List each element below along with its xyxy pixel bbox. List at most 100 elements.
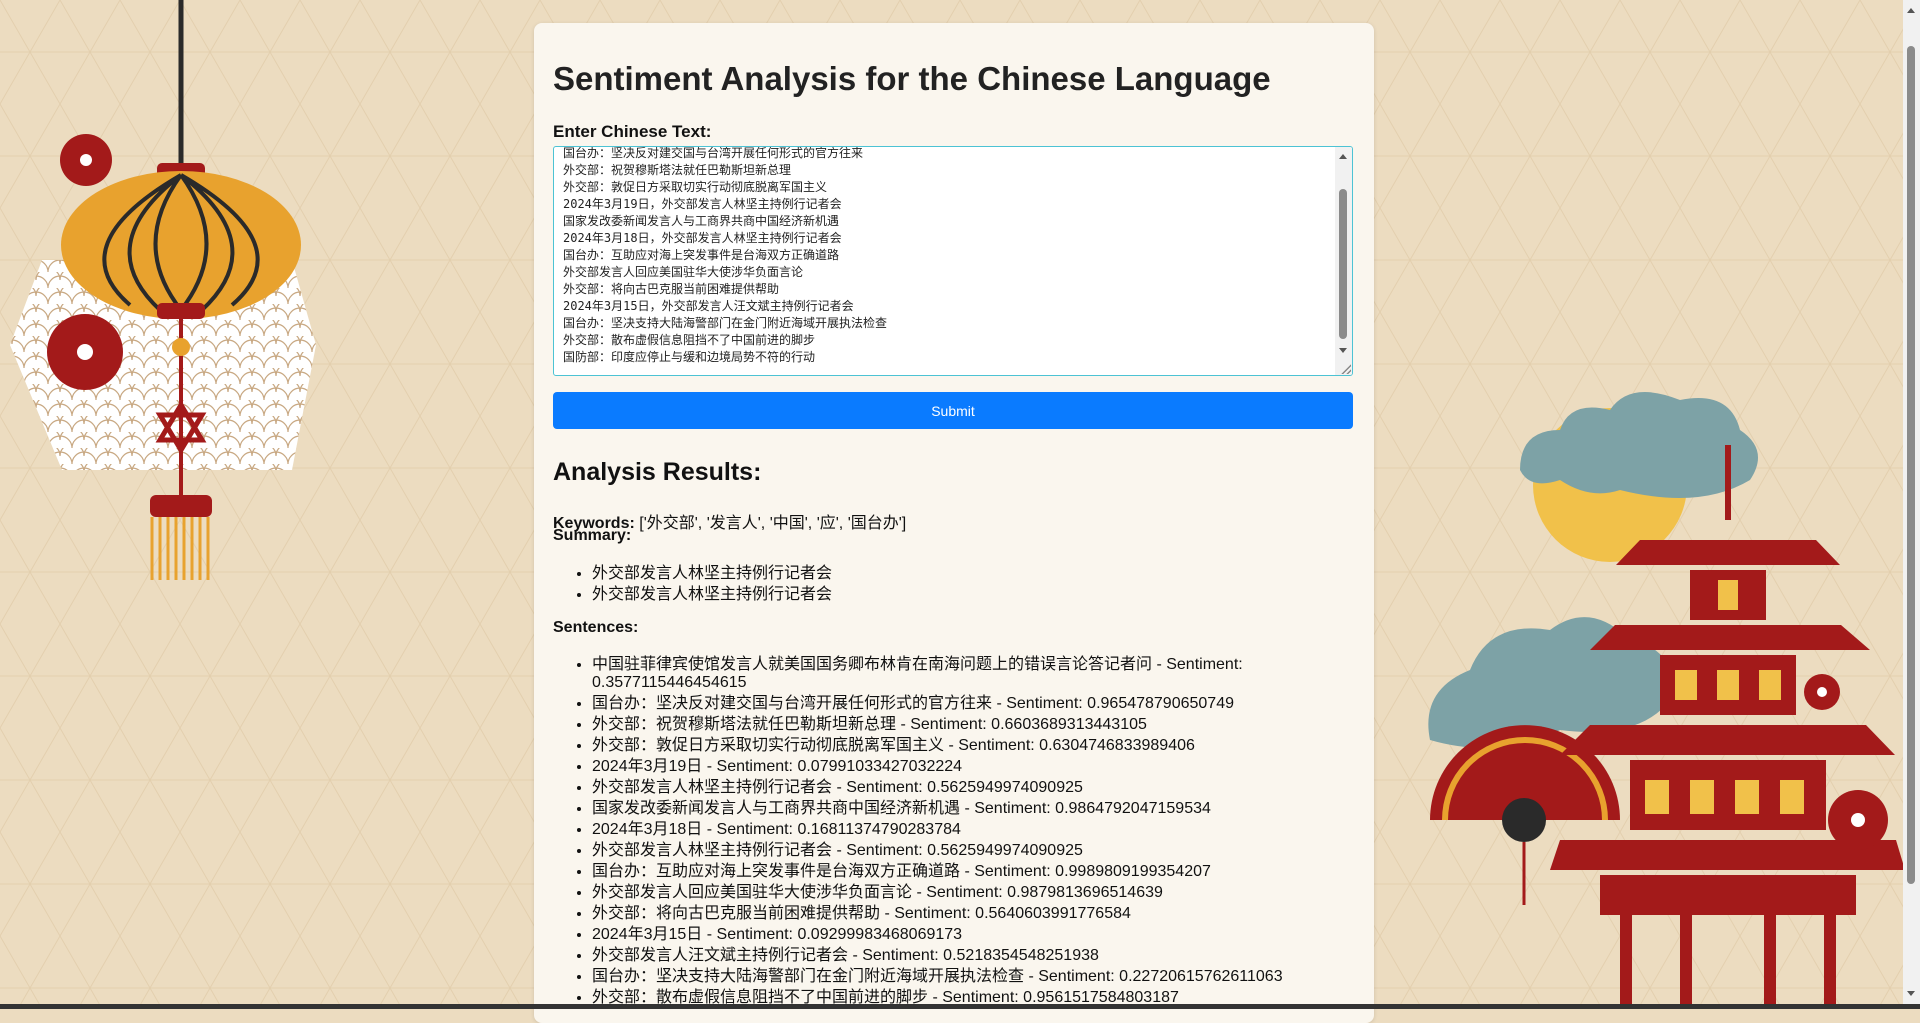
separator	[832, 842, 846, 859]
sentence-item: 外交部发言人汪文斌主持例行记者会 Sentiment: 0.52183545482…	[592, 947, 1322, 965]
separator	[992, 695, 1006, 712]
page-scrollbar[interactable]	[1903, 0, 1920, 1004]
sentence-item: 外交部发言人林坚主持例行记者会 Sentiment: 0.562594997409…	[592, 842, 1322, 860]
textarea-line: 外交部：祝贺穆斯塔法就任巴勒斯坦新总理	[563, 163, 792, 177]
sentence-item: 外交部：将向古巴克服当前困难提供帮助 Sentiment: 0.564060399…	[592, 905, 1322, 923]
sentence-item: 国台办：坚决支持大陆海警部门在金门附近海域开展执法检查 Sentiment: 0.…	[592, 968, 1322, 986]
summary-item: 外交部发言人林坚主持例行记者会	[592, 563, 832, 584]
textarea-line: 2024年3月15日，外交部发言人汪文斌主持例行记者会	[563, 299, 854, 313]
textarea-line: 2024年3月18日，外交部发言人林坚主持例行记者会	[563, 231, 842, 245]
sentiment-score: 0.6304746833989406	[1039, 737, 1195, 754]
bottom-edge	[0, 1004, 1920, 1009]
scroll-down-arrow-icon[interactable]	[1339, 348, 1347, 353]
textarea-line: 国台办：互助应对海上突发事件是台海双方正确道路	[563, 248, 840, 262]
textarea-scrollbar[interactable]	[1335, 147, 1352, 375]
sentence-text: 中国驻菲律宾使馆发言人就美国国务卿布林肯在南海问题上的错误言论答记者问	[592, 656, 1153, 673]
sentence-item: 国台办：坚决反对建交国与台湾开展任何形式的官方往来 Sentiment: 0.96…	[592, 695, 1322, 713]
sentence-text: 外交部发言人汪文斌主持例行记者会	[592, 947, 849, 964]
sentiment-word: Sentiment:	[716, 758, 793, 775]
sentiment-word: Sentiment:	[910, 716, 987, 733]
sentence-item: 外交部发言人林坚主持例行记者会 Sentiment: 0.562594997409…	[592, 779, 1322, 797]
sentiment-score: 0.5218354548251938	[943, 947, 1099, 964]
input-label: Enter Chinese Text:	[553, 122, 712, 141]
sentence-item: 国台办：互助应对海上突发事件是台海双方正确道路 Sentiment: 0.9989…	[592, 863, 1322, 881]
summary-label: Summary:	[553, 527, 632, 544]
sentence-text: 2024年3月19日	[592, 758, 703, 775]
sentence-text: 2024年3月18日	[592, 821, 703, 838]
textarea-line: 2024年3月19日，外交部发言人林坚主持例行记者会	[563, 197, 842, 211]
separator	[702, 926, 716, 943]
textarea-line: 国家发改委新闻发言人与工商界共商中国经济新机遇	[563, 214, 840, 228]
sentiment-word: Sentiment:	[716, 926, 793, 943]
sentence-item: 2024年3月15日 Sentiment: 0.09299983468069173	[592, 926, 1322, 944]
page-title: Sentiment Analysis for the Chinese Langu…	[553, 60, 1271, 97]
resize-handle-icon[interactable]	[1341, 364, 1351, 374]
sentences-list: 中国驻菲律宾使馆发言人就美国国务卿布林肯在南海问题上的错误言论答记者问 Senti…	[553, 656, 1322, 1010]
separator	[1152, 656, 1166, 673]
sentence-text: 外交部：敦促日方采取切实行动彻底脱离军国主义	[592, 737, 945, 754]
separator	[944, 737, 958, 754]
sentiment-score: 0.5640603991776584	[975, 905, 1131, 922]
sentiment-score: 0.9864792047159534	[1055, 800, 1211, 817]
textarea-line: 国台办：坚决反对建交国与台湾开展任何形式的官方往来	[563, 146, 864, 160]
separator	[912, 884, 926, 901]
textarea-line: 国台办：坚决支持大陆海警部门在金门附近海域开展执法检查	[563, 316, 888, 330]
page-scroll-down-icon[interactable]	[1907, 991, 1915, 996]
sentence-item: 外交部发言人回应美国驻华大使涉华负面言论 Sentiment: 0.9879813…	[592, 884, 1322, 902]
sentence-item: 中国驻菲律宾使馆发言人就美国国务卿布林肯在南海问题上的错误言论答记者问 Senti…	[592, 656, 1322, 692]
sentiment-score: 0.09299983468069173	[797, 926, 963, 943]
sentence-text: 外交部发言人林坚主持例行记者会	[592, 779, 833, 796]
sentiment-word: Sentiment:	[974, 800, 1051, 817]
textarea-content[interactable]: 国台办：坚决反对建交国与台湾开展任何形式的官方往来 外交部：祝贺穆斯塔法就任巴勒斯…	[563, 146, 888, 366]
separator	[960, 863, 974, 880]
textarea-scroll-thumb[interactable]	[1339, 189, 1347, 339]
textarea-line: 外交部：散布虚假信息阻挡不了中国前进的脚步	[563, 333, 816, 347]
sentiment-score: 0.5625949974090925	[927, 842, 1083, 859]
separator	[896, 716, 910, 733]
sentence-text: 2024年3月15日	[592, 926, 703, 943]
sentiment-word: Sentiment:	[958, 737, 1035, 754]
sentiment-score: 0.9879813696514639	[1007, 884, 1163, 901]
textarea-line: 外交部发言人回应美国驻华大使涉华负面言论	[563, 265, 804, 279]
textarea-line: 国防部：印度应停止与缓和边境局势不符的行动	[563, 350, 816, 364]
sentiment-score: 0.22720615762611063	[1119, 968, 1283, 985]
separator	[702, 821, 716, 838]
results-title: Analysis Results:	[553, 458, 762, 486]
sentiment-word: Sentiment:	[1166, 656, 1243, 673]
sentence-item: 2024年3月19日 Sentiment: 0.07991033427032224	[592, 758, 1322, 776]
sentence-text: 外交部发言人林坚主持例行记者会	[592, 842, 833, 859]
sentiment-word: Sentiment:	[846, 779, 923, 796]
sentence-text: 国台办：坚决反对建交国与台湾开展任何形式的官方往来	[592, 695, 993, 712]
sentiment-word: Sentiment:	[1006, 695, 1083, 712]
sentence-text: 国台办：互助应对海上突发事件是台海双方正确道路	[592, 863, 961, 880]
sentence-text: 外交部：将向古巴克服当前困难提供帮助	[592, 905, 881, 922]
sentence-item: 外交部：敦促日方采取切实行动彻底脱离军国主义 Sentiment: 0.63047…	[592, 737, 1322, 755]
sentence-text: 外交部：祝贺穆斯塔法就任巴勒斯坦新总理	[592, 716, 897, 733]
sentiment-score: 0.965478790650749	[1087, 695, 1234, 712]
separator	[702, 758, 716, 775]
sentiment-score: 0.16811374790283784	[797, 821, 961, 838]
sentences-label: Sentences:	[553, 619, 639, 636]
separator	[832, 779, 846, 796]
page-scroll-up-icon[interactable]	[1907, 8, 1915, 13]
scroll-up-arrow-icon[interactable]	[1339, 154, 1347, 159]
sentiment-word: Sentiment:	[862, 947, 939, 964]
sentiment-word: Sentiment:	[716, 821, 793, 838]
separator	[960, 800, 974, 817]
chinese-text-input[interactable]: 国台办：坚决反对建交国与台湾开展任何形式的官方往来 外交部：祝贺穆斯塔法就任巴勒斯…	[553, 146, 1353, 376]
summary-item: 外交部发言人林坚主持例行记者会	[592, 584, 832, 605]
submit-button[interactable]: Submit	[553, 392, 1353, 429]
sentiment-word: Sentiment:	[974, 863, 1051, 880]
sentiment-word: Sentiment:	[894, 905, 971, 922]
sentiment-score: 0.9989809199354207	[1055, 863, 1211, 880]
textarea-line: 外交部：将向古巴克服当前困难提供帮助	[563, 282, 780, 296]
sentence-item: 国家发改委新闻发言人与工商界共商中国经济新机遇 Sentiment: 0.9864…	[592, 800, 1322, 818]
page-scroll-thumb[interactable]	[1907, 46, 1915, 884]
summary-list: 外交部发言人林坚主持例行记者会外交部发言人林坚主持例行记者会	[553, 563, 832, 605]
separator	[848, 947, 862, 964]
sentence-text: 国台办：坚决支持大陆海警部门在金门附近海域开展执法检查	[592, 968, 1025, 985]
sentiment-score: 0.3577115446454615	[592, 674, 747, 691]
separator	[880, 905, 894, 922]
sentence-text: 外交部发言人回应美国驻华大使涉华负面言论	[592, 884, 913, 901]
sentiment-score: 0.6603689313443105	[991, 716, 1147, 733]
